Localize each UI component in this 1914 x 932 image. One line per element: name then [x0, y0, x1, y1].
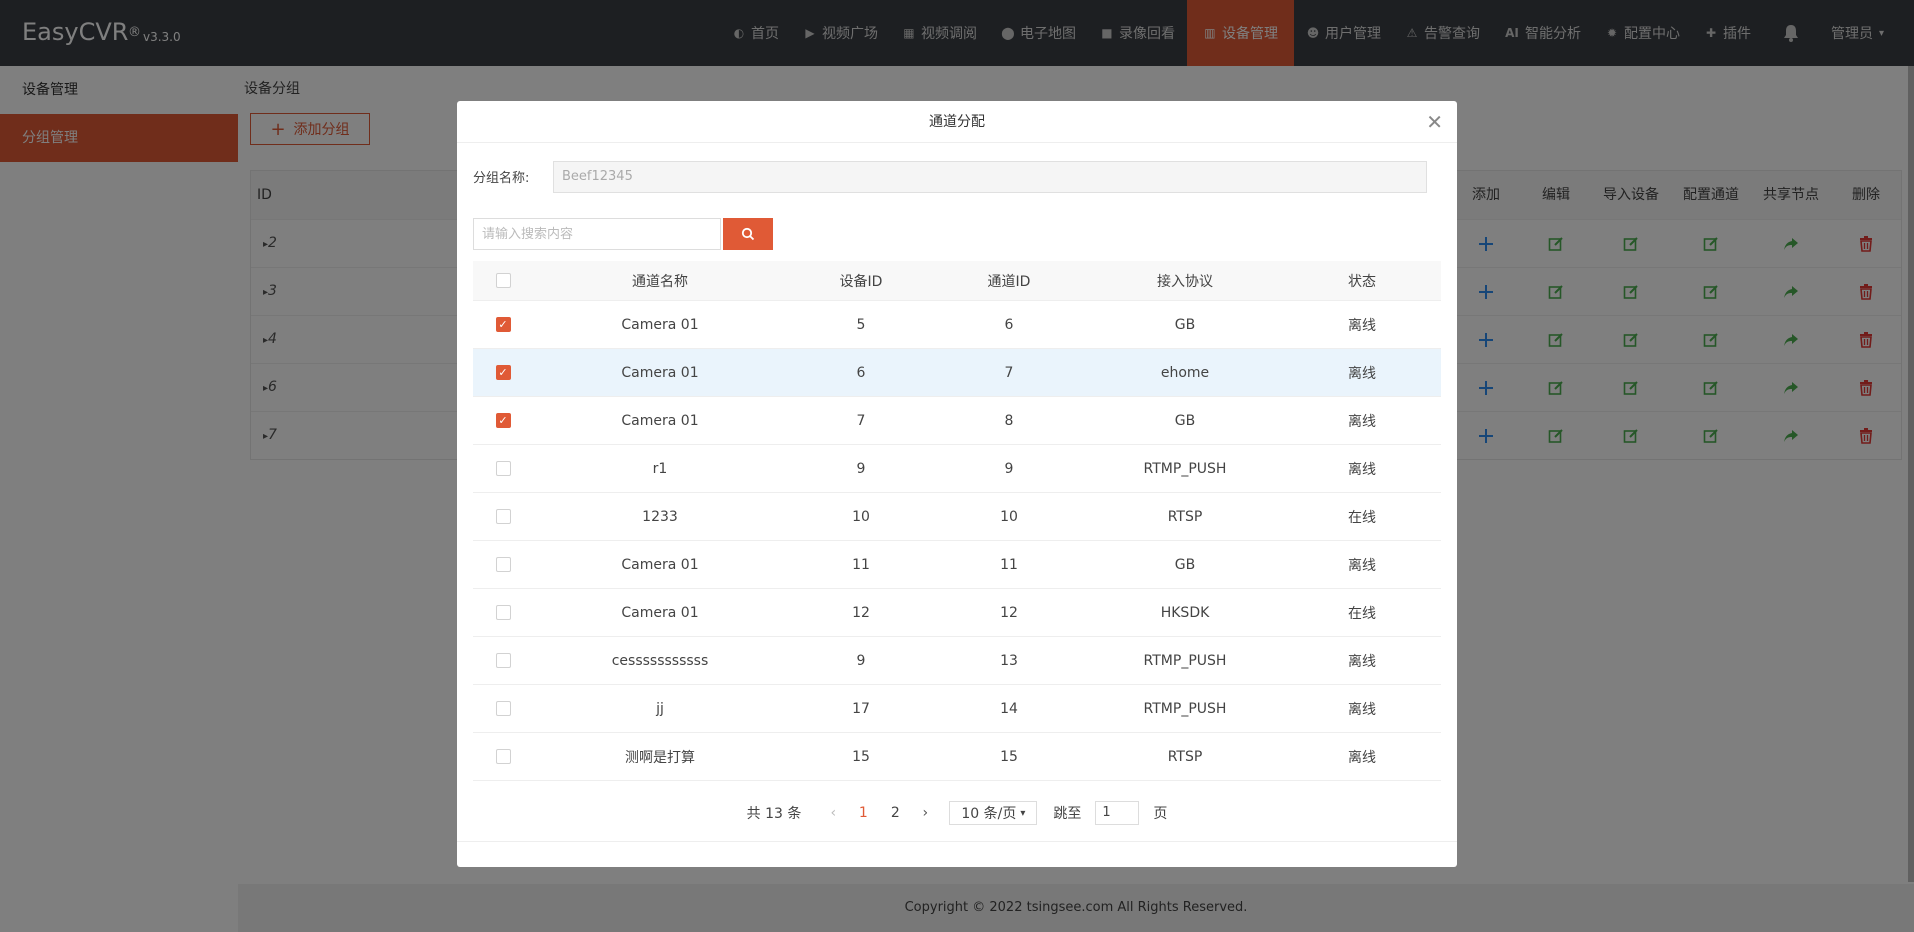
row-checkbox[interactable]: ✓ — [495, 365, 511, 380]
select-all-checkbox[interactable] — [495, 273, 511, 288]
jump-label: 跳至 — [1053, 806, 1082, 822]
column-header-protocol: 接入协议 — [1157, 273, 1213, 290]
group-name-label: 分组名称: — [473, 171, 530, 186]
status-cell: 离线 — [1348, 701, 1376, 718]
search-icon — [741, 227, 755, 241]
channel-id-cell: 14 — [1000, 700, 1018, 717]
group-name-field: Beef12345 — [553, 161, 1427, 193]
total-count: 共 13 条 — [746, 806, 802, 822]
close-icon[interactable]: ✕ — [1426, 112, 1443, 132]
row-checkbox[interactable] — [495, 605, 511, 620]
channel-name-cell: Camera 01 — [621, 556, 699, 573]
status-cell: 在线 — [1348, 605, 1376, 622]
channel-id-cell: 13 — [1000, 652, 1018, 669]
device-id-cell: 12 — [852, 604, 870, 621]
status-cell: 离线 — [1348, 413, 1376, 430]
table-row[interactable]: Camera 01 11 11 GB 离线 — [473, 541, 1441, 589]
table-row[interactable]: jj 17 14 RTMP_PUSH 离线 — [473, 685, 1441, 733]
device-id-cell: 6 — [856, 364, 866, 381]
table-row[interactable]: cesssssssssss 9 13 RTMP_PUSH 离线 — [473, 637, 1441, 685]
channel-assign-dialog: 通道分配 ✕ 分组名称: Beef12345 通道名称 设备ID 通道ID 接入… — [457, 101, 1457, 867]
column-header-status: 状态 — [1348, 273, 1376, 290]
status-cell: 离线 — [1348, 749, 1376, 766]
row-checkbox[interactable] — [495, 749, 511, 764]
protocol-cell: RTSP — [1167, 508, 1203, 525]
device-id-cell: 9 — [856, 652, 866, 669]
page-size-value: 10 条/页 — [961, 806, 1017, 822]
column-header-device-id: 设备ID — [839, 273, 883, 290]
device-id-cell: 5 — [856, 316, 866, 333]
table-row[interactable]: ✓ Camera 01 6 7 ehome 离线 — [473, 349, 1441, 397]
device-id-cell: 15 — [852, 748, 870, 765]
device-id-cell: 17 — [852, 700, 870, 717]
channel-id-cell: 12 — [1000, 604, 1018, 621]
dialog-title: 通道分配 — [457, 101, 1457, 143]
channel-name-cell: 1233 — [642, 508, 678, 525]
channel-name-cell: cesssssssssss — [611, 652, 709, 669]
page-1[interactable]: 1 — [849, 805, 877, 821]
channel-id-cell: 15 — [1000, 748, 1018, 765]
page-size-select[interactable]: 10 条/页 ▾ — [949, 801, 1038, 825]
channel-name-cell: Camera 01 — [621, 412, 699, 429]
channel-table: 通道名称 设备ID 通道ID 接入协议 状态 ✓ Camera 01 5 6 GB 离线 ✓… — [473, 261, 1441, 781]
next-page-icon[interactable]: › — [913, 805, 937, 821]
status-cell: 离线 — [1348, 317, 1376, 334]
row-checkbox[interactable] — [495, 509, 511, 524]
device-id-cell: 9 — [856, 460, 866, 477]
table-row[interactable]: ✓ Camera 01 7 8 GB 离线 — [473, 397, 1441, 445]
row-checkbox[interactable] — [495, 653, 511, 668]
row-checkbox[interactable] — [495, 701, 511, 716]
table-row[interactable]: 1233 10 10 RTSP 在线 — [473, 493, 1441, 541]
search-button[interactable] — [723, 218, 773, 250]
protocol-cell: RTSP — [1167, 748, 1203, 765]
protocol-cell: RTMP_PUSH — [1143, 460, 1227, 477]
status-cell: 在线 — [1348, 509, 1376, 526]
protocol-cell: GB — [1174, 556, 1196, 573]
device-id-cell: 11 — [852, 556, 870, 573]
status-cell: 离线 — [1348, 365, 1376, 382]
prev-page-icon[interactable]: ‹ — [821, 805, 845, 821]
channel-name-cell: Camera 01 — [621, 316, 699, 333]
channel-table-header: 通道名称 设备ID 通道ID 接入协议 状态 — [473, 261, 1441, 301]
device-id-cell: 7 — [856, 412, 866, 429]
channel-id-cell: 9 — [1004, 460, 1014, 477]
channel-id-cell: 10 — [1000, 508, 1018, 525]
row-checkbox[interactable] — [495, 557, 511, 572]
column-header-channel-id: 通道ID — [987, 273, 1031, 290]
channel-name-cell: Camera 01 — [621, 364, 699, 381]
channel-id-cell: 8 — [1004, 412, 1014, 429]
table-row[interactable]: r1 9 9 RTMP_PUSH 离线 — [473, 445, 1441, 493]
channel-id-cell: 11 — [1000, 556, 1018, 573]
jump-page-input[interactable]: 1 — [1095, 801, 1140, 825]
protocol-cell: RTMP_PUSH — [1143, 652, 1227, 669]
device-id-cell: 10 — [852, 508, 870, 525]
status-cell: 离线 — [1348, 653, 1376, 670]
protocol-cell: HKSDK — [1160, 604, 1210, 621]
protocol-cell: ehome — [1160, 364, 1210, 381]
channel-id-cell: 7 — [1004, 364, 1014, 381]
protocol-cell: GB — [1174, 316, 1196, 333]
channel-name-cell: r1 — [652, 460, 668, 477]
protocol-cell: GB — [1174, 412, 1196, 429]
row-checkbox[interactable]: ✓ — [495, 413, 511, 428]
chevron-down-icon: ▾ — [1020, 807, 1026, 819]
search-input[interactable] — [473, 218, 721, 250]
row-checkbox[interactable]: ✓ — [495, 317, 511, 332]
status-cell: 离线 — [1348, 557, 1376, 574]
page-2[interactable]: 2 — [881, 805, 909, 821]
channel-name-cell: jj — [656, 700, 664, 717]
row-checkbox[interactable] — [495, 461, 511, 476]
channel-name-cell: 测啊是打算 — [625, 749, 695, 766]
table-row[interactable]: ✓ Camera 01 5 6 GB 离线 — [473, 301, 1441, 349]
protocol-cell: RTMP_PUSH — [1143, 700, 1227, 717]
dialog-footer-divider — [457, 841, 1457, 842]
column-header-channel-name: 通道名称 — [632, 273, 688, 290]
channel-name-cell: Camera 01 — [621, 604, 699, 621]
table-row[interactable]: 测啊是打算 15 15 RTSP 离线 — [473, 733, 1441, 781]
channel-id-cell: 6 — [1004, 316, 1014, 333]
page-unit-label: 页 — [1153, 806, 1168, 822]
status-cell: 离线 — [1348, 461, 1376, 478]
pagination: 共 13 条 ‹ 1 2 › 10 条/页 ▾ 跳至 1 页 — [457, 801, 1457, 825]
table-row[interactable]: Camera 01 12 12 HKSDK 在线 — [473, 589, 1441, 637]
